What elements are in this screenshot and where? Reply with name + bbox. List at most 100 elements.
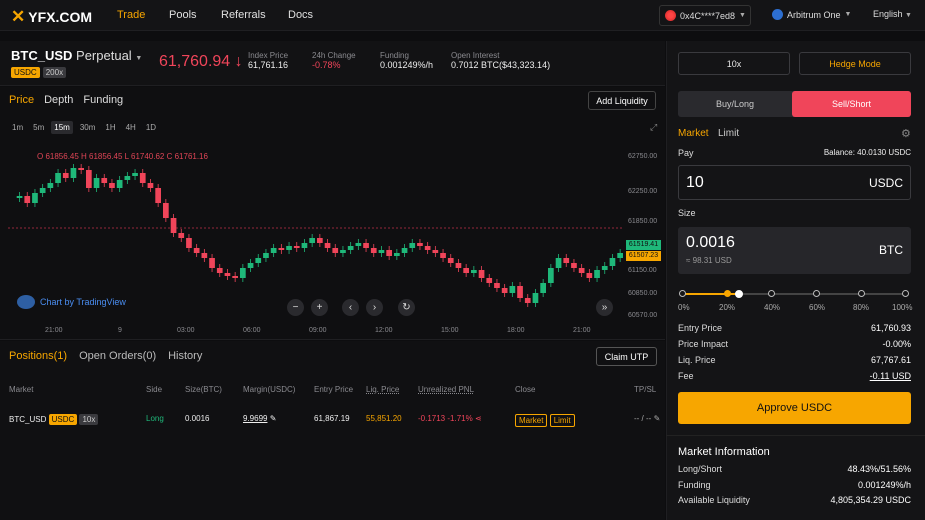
x-tick: 06:00	[243, 327, 261, 334]
scroll-right-icon[interactable]: ›	[366, 299, 383, 316]
slider-handle[interactable]	[735, 290, 743, 298]
candle-body	[417, 243, 423, 246]
slider-stop[interactable]	[813, 290, 820, 297]
candle-body	[478, 270, 485, 278]
approve-usdc-button[interactable]: Approve USDC	[678, 392, 911, 424]
pay-value[interactable]: 10	[686, 174, 704, 192]
candle-body	[201, 253, 208, 258]
candle-body	[24, 196, 31, 203]
candle-body	[332, 248, 339, 253]
candle-body	[324, 243, 331, 248]
close-market-button[interactable]: Market	[515, 414, 548, 427]
share-icon[interactable]: ⋖	[475, 414, 482, 423]
col-header: Size(BTC)	[185, 385, 222, 394]
nav-trade[interactable]: Trade	[117, 9, 145, 21]
candle-body	[232, 276, 238, 278]
claim-utp-button[interactable]: Claim UTP	[596, 347, 657, 366]
tf-1d[interactable]: 1D	[143, 121, 159, 134]
candle-body	[186, 238, 192, 248]
tf-4h[interactable]: 4H	[123, 121, 139, 134]
add-liquidity-button[interactable]: Add Liquidity	[588, 91, 656, 110]
tab-limit[interactable]: Limit	[718, 128, 739, 139]
market-selector[interactable]: BTC_USD Perpetual ▼	[11, 48, 142, 63]
candle-body	[178, 233, 185, 238]
long-short-label: Long/Short	[678, 464, 723, 474]
reset-icon[interactable]: ↻	[398, 299, 415, 316]
leverage-selector[interactable]: 10x	[678, 52, 790, 75]
slider-stop[interactable]	[858, 290, 865, 297]
cloud-icon	[17, 295, 35, 309]
tf-15m[interactable]: 15m	[51, 121, 73, 134]
pay-label: Pay	[678, 148, 694, 158]
candle-body	[463, 268, 469, 273]
y-tick: 61150.00	[628, 267, 657, 274]
funding-value: 0.001249%/h	[857, 480, 911, 490]
max-leverage-badge: 200x	[42, 67, 67, 78]
candle-body	[548, 268, 554, 283]
tf-1m[interactable]: 1m	[9, 121, 26, 134]
wallet-button[interactable]: 0x4C****7ed8 ▼	[659, 5, 751, 26]
tab-price[interactable]: Price	[9, 94, 34, 106]
logo[interactable]: ✕ YFX.COM	[11, 7, 92, 27]
candle-body	[594, 270, 600, 278]
candle-body	[293, 246, 300, 248]
position-market: BTC_USD USDC 10x	[9, 414, 99, 425]
edit-icon[interactable]: ✎	[270, 414, 277, 423]
y-tick: 60850.00	[628, 290, 658, 297]
edit-icon[interactable]: ✎	[654, 414, 661, 423]
fullscreen-icon[interactable]: ⤢	[650, 122, 657, 133]
network-selector[interactable]: Arbitrum One ▼	[772, 9, 851, 20]
tf-5m[interactable]: 5m	[30, 121, 47, 134]
candle-body	[447, 258, 454, 263]
candle-body	[270, 248, 277, 253]
tf-1h[interactable]: 1H	[102, 121, 118, 134]
tab-depth[interactable]: Depth	[44, 94, 73, 106]
candle-body	[263, 253, 269, 258]
candle-body	[578, 268, 585, 273]
close-limit-button[interactable]: Limit	[549, 414, 575, 427]
scroll-left-icon[interactable]: ‹	[342, 299, 359, 316]
tab-funding[interactable]: Funding	[83, 94, 123, 106]
candle-body	[62, 173, 69, 178]
language-selector[interactable]: English ▼	[873, 9, 912, 19]
sell-short-button[interactable]: Sell/Short	[792, 91, 911, 117]
tab-open-orders[interactable]: Open Orders(0)	[79, 350, 156, 362]
size-value: 0.0016	[686, 234, 735, 251]
slider-stop[interactable]	[902, 290, 909, 297]
nav-pools[interactable]: Pools	[169, 9, 197, 21]
candle-body	[47, 183, 54, 188]
entry-price-label: Entry Price	[678, 323, 723, 333]
position-liq: 55,851.20	[366, 414, 402, 423]
candle-body	[193, 248, 200, 253]
slider-stop[interactable]	[768, 290, 775, 297]
funding-label: Funding	[678, 480, 711, 490]
candle-body	[93, 178, 100, 188]
position-margin[interactable]: 9.9699 ✎	[243, 414, 276, 423]
nav-referrals[interactable]: Referrals	[221, 9, 266, 21]
x-tick: 12:00	[375, 327, 393, 334]
candle-body	[32, 193, 38, 203]
buy-long-button[interactable]: Buy/Long	[678, 91, 792, 117]
last-price: 61,760.94 ↓	[159, 53, 243, 70]
tab-history[interactable]: History	[168, 350, 202, 362]
hedge-mode-button[interactable]: Hedge Mode	[799, 52, 911, 75]
tab-market[interactable]: Market	[678, 128, 709, 139]
candle-body	[147, 183, 154, 188]
candle-body	[139, 173, 146, 183]
tradingview-link[interactable]: Chart by TradingView	[17, 295, 126, 309]
candle-body	[363, 243, 369, 248]
zoom-out-icon[interactable]: −	[287, 299, 304, 316]
candle-body	[301, 243, 308, 248]
slider-stop[interactable]	[679, 290, 686, 297]
candle-body	[78, 168, 84, 170]
tab-positions[interactable]: Positions(1)	[9, 350, 67, 362]
zoom-in-icon[interactable]: +	[311, 299, 328, 316]
scroll-to-end-icon[interactable]: »	[596, 299, 613, 316]
slider-stop[interactable]	[724, 290, 731, 297]
nav-docs[interactable]: Docs	[288, 9, 313, 21]
tf-30m[interactable]: 30m	[77, 121, 99, 134]
index-price-stat: Index Price 61,761.16	[248, 51, 289, 70]
settings-icon[interactable]: ⚙	[901, 127, 911, 140]
market-badges: USDC 200x	[11, 66, 67, 78]
tpsl-cell[interactable]: -- / -- ✎	[634, 414, 660, 423]
